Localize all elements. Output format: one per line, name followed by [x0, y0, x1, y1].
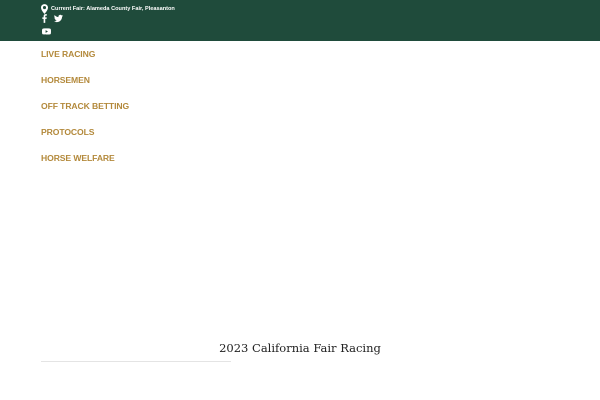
main-navigation: LIVE RACING HORSEMEN OFF TRACK BETTING P…	[41, 47, 129, 177]
nav-item-live-racing[interactable]: LIVE RACING	[41, 47, 129, 73]
nav-item-horsemen[interactable]: HORSEMEN	[41, 73, 129, 99]
nav-item-horse-welfare[interactable]: HORSE WELFARE	[41, 151, 129, 177]
top-bar: Current Fair: Alameda County Fair, Pleas…	[0, 0, 600, 41]
social-links-secondary	[42, 26, 58, 36]
youtube-icon[interactable]	[42, 27, 51, 36]
social-links	[42, 13, 70, 23]
section-title: 2023 California Fair Racing	[219, 341, 381, 355]
facebook-icon[interactable]	[42, 13, 47, 23]
section-divider	[41, 361, 231, 362]
twitter-icon[interactable]	[54, 14, 63, 23]
nav-item-protocols[interactable]: PROTOCOLS	[41, 125, 129, 151]
nav-item-off-track-betting[interactable]: OFF TRACK BETTING	[41, 99, 129, 125]
